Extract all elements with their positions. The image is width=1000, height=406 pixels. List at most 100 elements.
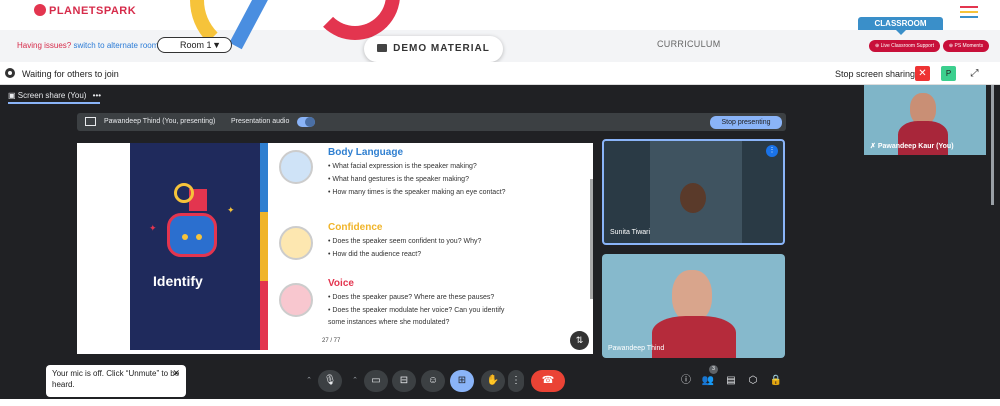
emoji-icon[interactable]: ☺ xyxy=(421,370,445,392)
menu-icon[interactable] xyxy=(960,6,978,21)
participant-tile-sunita[interactable]: ⋮ Sunita Tiwari xyxy=(602,139,785,245)
self-name: ✗ Pawandeep Kaur (You) xyxy=(870,142,954,150)
live-support-button[interactable]: ⊕ Live Classroom Support xyxy=(869,40,940,52)
participant-body xyxy=(652,316,736,358)
bullet: • How many times is the speaker making a… xyxy=(328,189,506,196)
stripe-yellow xyxy=(260,212,268,281)
robot-eye-right xyxy=(196,234,202,240)
demo-material-button[interactable]: DEMO MATERIAL xyxy=(364,36,503,62)
participant-name: Sunita Tiwari xyxy=(610,229,651,236)
presentation-bar: Pawandeep Thind (You, presenting) Presen… xyxy=(77,113,786,131)
identify-heading: Identify xyxy=(153,273,203,289)
sparkle-icon: ✦ xyxy=(227,205,235,215)
decor-ring-red xyxy=(310,0,400,40)
side-scrollbar[interactable] xyxy=(991,85,994,205)
more-icon[interactable]: ⋮ xyxy=(508,370,524,392)
captions-icon[interactable]: ⊟ xyxy=(392,370,416,392)
lock-icon[interactable]: 🔒 xyxy=(768,373,784,389)
close-icon[interactable]: ✕ xyxy=(172,368,180,379)
mic-icon[interactable]: 🎙 xyxy=(318,370,342,392)
stop-presenting-button[interactable]: Stop presenting xyxy=(710,116,782,129)
presenter-name: Pawandeep Thind (You, presenting) xyxy=(104,118,216,125)
header-top-bar xyxy=(0,0,1000,30)
audio-options-chevron-icon[interactable]: ⌃ xyxy=(302,370,316,392)
screen-share-tab[interactable]: ▣ Screen share (You) ••• xyxy=(8,91,101,100)
video-options-chevron-icon[interactable]: ⌃ xyxy=(348,370,362,392)
screen-share-underline xyxy=(8,102,100,104)
classroom-tab[interactable]: CLASSROOM xyxy=(858,17,943,30)
robot-icon xyxy=(167,213,217,257)
bullet: • What facial expression is the speaker … xyxy=(328,163,477,170)
participant-tile-pawandeep-thind[interactable]: Pawandeep Thind xyxy=(602,254,785,358)
voice-image xyxy=(279,283,313,317)
meeting-status-bar: Waiting for others to join Stop screen s… xyxy=(0,63,1000,85)
meet-main: ▣ Screen share (You) ••• Pawandeep Thind… xyxy=(0,85,862,406)
bullet: • What hand gestures is the speaker maki… xyxy=(328,176,469,183)
self-name-label: Pawandeep Kaur (You) xyxy=(877,143,954,150)
screen-share-icon: ▣ xyxy=(8,91,16,100)
waiting-status: Waiting for others to join xyxy=(22,69,119,79)
section-title-body-language: Body Language xyxy=(328,147,404,158)
slide-scrollbar[interactable] xyxy=(590,179,593,299)
body-language-image xyxy=(279,150,313,184)
folder-icon xyxy=(377,44,388,52)
present-icon[interactable]: ⊞ xyxy=(450,370,474,392)
mic-off-icon: ✗ xyxy=(870,143,876,150)
confidence-image xyxy=(279,226,313,260)
magnifier-icon xyxy=(174,183,194,203)
bullet: • Does the speaker modulate her voice? C… xyxy=(328,307,505,314)
bullet: some instances where she modulated? xyxy=(328,319,450,326)
activities-icon[interactable]: ⬡ xyxy=(745,373,761,389)
slide-page-number: 27 / 77 xyxy=(322,338,341,344)
profile-p-button[interactable]: P xyxy=(941,66,956,81)
mic-off-message: Your mic is off. Click “Unmute” to be he… xyxy=(52,369,180,389)
screen-share-label: Screen share (You) xyxy=(17,91,87,100)
presentation-slide: ✦ ✦ Identify Body Language • What facial… xyxy=(77,143,593,354)
section-title-voice: Voice xyxy=(328,278,354,289)
issues-text: Having issues? xyxy=(17,41,72,50)
room-select[interactable]: Room 1 ▼ xyxy=(157,37,232,53)
info-icon[interactable]: ⓘ xyxy=(678,373,694,389)
participants-count-badge: 3 xyxy=(709,365,718,374)
people-icon[interactable]: 👥 xyxy=(700,373,716,389)
hand-icon[interactable]: ✋ xyxy=(481,370,505,392)
stripe-blue xyxy=(260,143,268,212)
demo-material-label: DEMO MATERIAL xyxy=(393,43,490,54)
ps-moments-button[interactable]: ⊕ PS Moments xyxy=(943,40,989,52)
expand-icon[interactable]: ⤢ xyxy=(967,66,982,81)
speaking-indicator-icon: ⋮ xyxy=(766,145,778,157)
issues-notice: Having issues? switch to alternate room xyxy=(17,41,158,50)
sparkle-icon: ✦ xyxy=(149,223,157,233)
self-view-tile[interactable]: ✗ Pawandeep Kaur (You) xyxy=(864,85,986,155)
swap-icon[interactable]: ⇅ xyxy=(570,331,589,350)
section-title-confidence: Confidence xyxy=(328,222,383,233)
present-screen-icon xyxy=(85,117,96,126)
hangup-icon[interactable]: ☎ xyxy=(531,370,565,392)
bullet: • How did the audience react? xyxy=(328,251,422,258)
alternate-room-link[interactable]: switch to alternate room xyxy=(73,41,158,50)
presentation-audio-toggle[interactable] xyxy=(297,117,315,127)
room-select-value: Room 1 xyxy=(180,40,212,50)
curriculum-tab[interactable]: CURRICULUM xyxy=(657,39,721,49)
gear-icon[interactable] xyxy=(5,68,15,78)
stripe-red xyxy=(260,281,268,350)
presentation-audio-label: Presentation audio xyxy=(231,118,290,125)
logo-text: PLANETSPARK xyxy=(49,5,137,17)
participant-face xyxy=(680,183,706,213)
classroom-pointer xyxy=(896,30,906,35)
camera-icon[interactable]: ▭ xyxy=(364,370,388,392)
robot-eye-left xyxy=(182,234,188,240)
ps-moments-label: PS Moments xyxy=(954,43,984,49)
participant-face xyxy=(672,270,712,322)
chat-icon[interactable]: ▤ xyxy=(723,373,739,389)
caret-down-icon: ▼ xyxy=(212,40,221,50)
top-header: PLANETSPARK Having issues? switch to alt… xyxy=(0,0,1000,62)
bullet: • Does the speaker pause? Where are thes… xyxy=(328,294,495,301)
bullet: • Does the speaker seem confident to you… xyxy=(328,238,482,245)
stop-sharing-close-button[interactable]: ✕ xyxy=(915,66,930,81)
meet-area: ▣ Screen share (You) ••• Pawandeep Thind… xyxy=(0,85,1000,406)
planetspark-logo[interactable]: PLANETSPARK xyxy=(34,4,136,17)
more-options-icon[interactable]: ••• xyxy=(93,91,101,100)
logo-mark-icon xyxy=(34,4,46,16)
stop-screen-sharing-label: Stop screen sharing xyxy=(835,69,916,79)
